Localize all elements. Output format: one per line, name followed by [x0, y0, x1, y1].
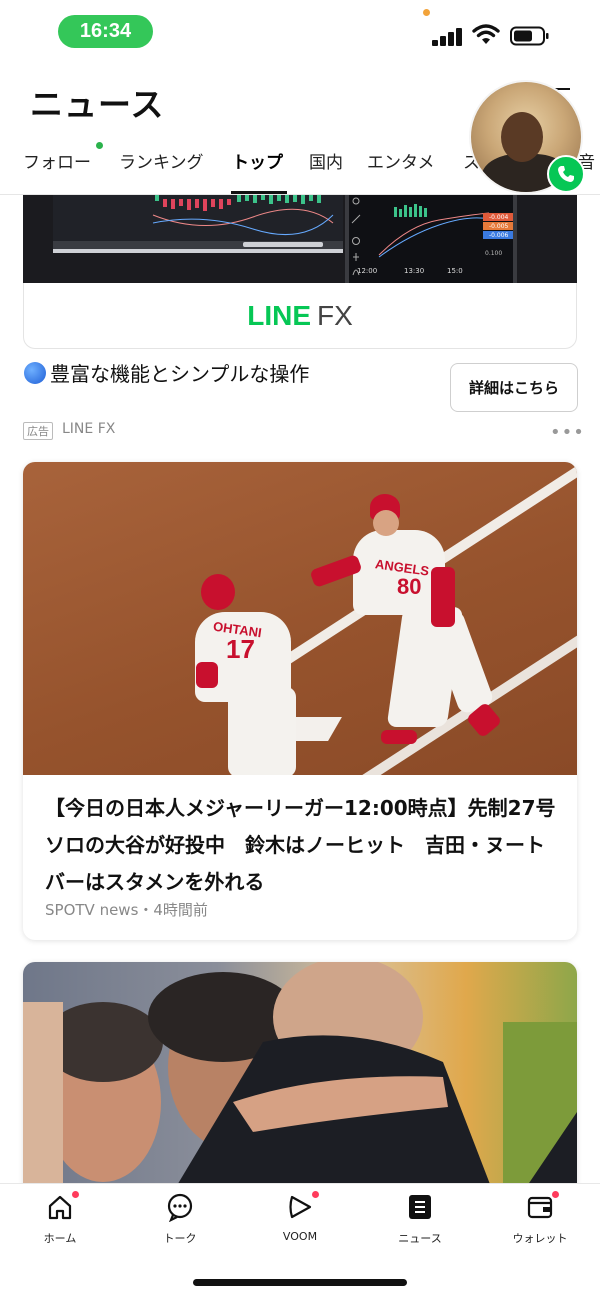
- ad-logo[interactable]: LINE FX: [23, 283, 577, 349]
- tabbar-label: ニュース: [398, 1232, 442, 1245]
- phone-icon[interactable]: [547, 155, 585, 193]
- tabbar-talk[interactable]: トーク: [135, 1192, 225, 1246]
- tabbar-label: VOOM: [282, 1230, 318, 1243]
- player-sleeve: [196, 662, 218, 688]
- price-label: -0.005: [489, 223, 509, 230]
- news-card[interactable]: OHTANI 17 ANGELS 80 【今日の日本人メジャーリーガー12:00…: [23, 462, 577, 940]
- chart-time-label: 13:30: [404, 267, 424, 275]
- ad-label-badge: 広告: [23, 422, 53, 440]
- tabbar-voom[interactable]: VOOM: [255, 1191, 345, 1243]
- fx-logo-text: FX: [317, 299, 353, 331]
- notification-dot: [72, 1191, 79, 1198]
- price-label: 0.100: [485, 250, 502, 257]
- phone-toolbar-icons: [351, 197, 361, 276]
- tabbar-wallet[interactable]: ウォレット: [495, 1191, 585, 1246]
- price-label: -0.006: [489, 232, 509, 239]
- tabbar-label: ウォレット: [512, 1232, 568, 1245]
- tab-entertainment[interactable]: エンタメ: [367, 148, 435, 173]
- cellular-signal-icon: [432, 26, 464, 46]
- follow-update-dot: [96, 142, 103, 149]
- article-title: 【今日の日本人メジャーリーガー12:00時点】先制27号ソロの大谷が好投中 鈴木…: [45, 796, 556, 894]
- battery-icon: [510, 26, 549, 46]
- pip-person-head: [501, 112, 543, 162]
- voom-icon: [285, 1191, 319, 1222]
- article-photo: [23, 962, 577, 1192]
- coach-shoe: [381, 730, 417, 744]
- tabbar-news[interactable]: ニュース: [375, 1192, 465, 1246]
- laptop-screen-graphic: [53, 195, 343, 253]
- chart-time-label: 15:0: [447, 267, 463, 275]
- ad-banner-image[interactable]: -0.004 -0.005 -0.006 0.100 12:00 13:30 1…: [23, 195, 577, 283]
- home-indicator[interactable]: [193, 1279, 407, 1286]
- player-helmet: [201, 574, 235, 610]
- status-time[interactable]: 16:34: [58, 15, 153, 48]
- tab-top[interactable]: トップ: [232, 148, 283, 173]
- ad-headline-text: 豊富な機能とシンプルな操作: [50, 362, 310, 386]
- line-logo-text: LINE: [247, 299, 311, 331]
- blue-circle-icon: [24, 361, 46, 384]
- phone-screen-graphic: -0.004 -0.005 -0.006 0.100 12:00 13:30 1…: [345, 195, 517, 283]
- chat-icon: [165, 1192, 195, 1222]
- article-source: SPOTV news・4時間前: [45, 901, 208, 919]
- notification-dot: [312, 1191, 319, 1198]
- player-legs: [228, 687, 296, 775]
- coach-face: [373, 510, 399, 536]
- more-options-icon[interactable]: •••: [550, 422, 585, 443]
- tabbar-label: ホーム: [43, 1232, 77, 1245]
- coach-sleeve: [431, 567, 455, 627]
- home-icon: [45, 1191, 79, 1222]
- tab-domestic[interactable]: 国内: [309, 148, 343, 173]
- privacy-indicator: [423, 9, 430, 16]
- article-photo: OHTANI 17 ANGELS 80: [23, 462, 577, 775]
- price-label: -0.004: [489, 214, 509, 221]
- tab-ranking[interactable]: ランキング: [119, 148, 204, 173]
- tabbar-label: トーク: [163, 1232, 197, 1245]
- tab-follow[interactable]: フォロー: [23, 148, 91, 173]
- news-card[interactable]: [23, 962, 577, 1192]
- ad-sponsor: LINE FX: [62, 421, 116, 437]
- wallet-icon: [525, 1191, 559, 1222]
- player-number-text: 17: [226, 634, 255, 664]
- notification-dot: [552, 1191, 559, 1198]
- wifi-icon: [472, 24, 500, 44]
- page-title: ニュース: [30, 85, 165, 124]
- tabbar-home[interactable]: ホーム: [15, 1191, 105, 1246]
- ad-details-button[interactable]: 詳細はこちら: [450, 363, 578, 412]
- news-icon: [405, 1192, 435, 1222]
- active-tab-indicator: [231, 191, 287, 194]
- coach-number-text: 80: [397, 574, 422, 599]
- ad-headline[interactable]: 豊富な機能とシンプルな操作: [24, 358, 309, 387]
- status-bar: 16:34: [0, 0, 600, 62]
